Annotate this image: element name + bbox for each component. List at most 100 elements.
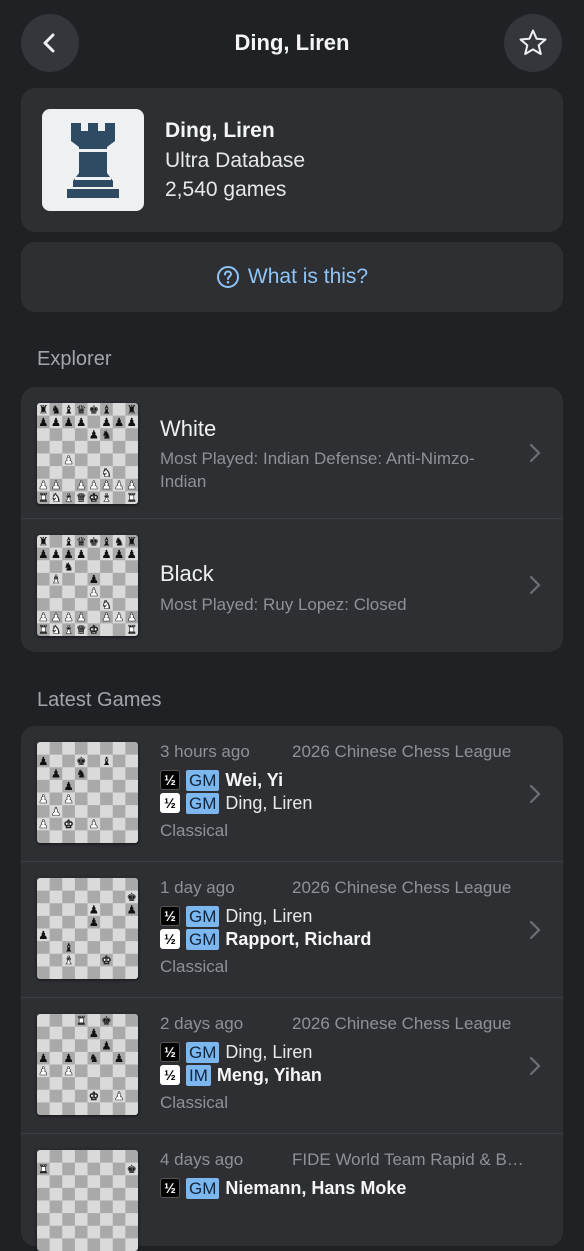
player-name: Ding, Liren bbox=[225, 792, 313, 813]
svg-text:♟: ♟ bbox=[51, 804, 61, 818]
result-badge: ½ bbox=[160, 1042, 180, 1062]
title-badge: GM bbox=[186, 905, 220, 927]
game-time: 1 day ago bbox=[160, 878, 235, 897]
svg-text:♟: ♟ bbox=[63, 1064, 73, 1078]
player-black: ½ GM Ding, Liren bbox=[160, 905, 312, 927]
latest-games-section-title: Latest Games bbox=[37, 689, 162, 711]
svg-text:♟: ♟ bbox=[63, 415, 73, 429]
svg-text:♟: ♟ bbox=[89, 585, 99, 599]
player-black: ½ GM Ding, Liren bbox=[160, 1041, 312, 1063]
svg-text:♟: ♟ bbox=[63, 792, 73, 806]
svg-text:♟: ♟ bbox=[89, 428, 99, 442]
title-badge: GM bbox=[186, 769, 220, 791]
svg-text:♟: ♟ bbox=[51, 415, 61, 429]
svg-text:♚: ♚ bbox=[101, 1014, 111, 1027]
explorer-item-white[interactable]: ♜ ♞ ♝ ♛ ♚ ♝ ♜ ♟ ♟ ♟ ♟ ♟ ♟ ♟ ♟ ♞ ♟ ♞ ♟ ♟ ♟ ♟ ♟ ♟ ♟ ♜ ♞ ♝ ♛ ♚ ♝ ♜ White M… bbox=[21, 387, 563, 519]
game-event: 2026 Chinese Chess League bbox=[292, 742, 512, 761]
player-name: Rapport, Richard bbox=[225, 928, 372, 949]
favorite-button[interactable] bbox=[504, 14, 562, 72]
game-time: 3 hours ago bbox=[160, 742, 250, 761]
title-badge: GM bbox=[186, 792, 220, 814]
game-event: 2026 Chinese Chess League bbox=[292, 1014, 512, 1033]
explorer-most-played: Most Played: Ruy Lopez: Closed bbox=[160, 595, 407, 614]
svg-text:♜: ♜ bbox=[38, 623, 48, 636]
svg-text:♟: ♟ bbox=[114, 478, 124, 492]
svg-text:♟: ♟ bbox=[51, 547, 61, 561]
player-name: Ding, Liren bbox=[165, 119, 275, 142]
profile-card: Ding, Liren Ultra Database 2,540 games bbox=[21, 88, 563, 232]
svg-text:♟: ♟ bbox=[89, 915, 99, 929]
svg-text:♟: ♟ bbox=[63, 453, 73, 467]
chevron-left-icon bbox=[43, 33, 55, 53]
svg-text:♞: ♞ bbox=[89, 1051, 99, 1065]
player-name: Wei, Yi bbox=[225, 769, 284, 790]
svg-text:♟: ♟ bbox=[114, 1051, 124, 1065]
explorer-color-label: White bbox=[160, 416, 217, 441]
svg-text:♝: ♝ bbox=[63, 953, 73, 967]
board-thumbnail: ♜ ♚ ♟ ♟ ♟ ♟ ♞ ♟ ♟ ♟ ♚ ♟ bbox=[37, 1014, 138, 1115]
what-is-this-button[interactable]: What is this? bbox=[21, 242, 563, 312]
chevron-right-icon bbox=[529, 443, 541, 463]
game-row[interactable]: ♚ ♟ ♟ ♟ ♟ ♝ ♝ ♚ 1 day ago 2026 Chinese Chess Le… bbox=[21, 862, 563, 998]
svg-text:♞: ♞ bbox=[63, 560, 73, 574]
title-badge: GM bbox=[186, 1041, 220, 1063]
page-title: Ding, Liren bbox=[234, 30, 350, 55]
board-thumbnail: ♜ ♞ ♝ ♛ ♚ ♝ ♜ ♟ ♟ ♟ ♟ ♟ ♟ ♟ ♟ ♞ ♟ ♞ ♟ ♟ ♟ ♟ ♟ ♟ ♟ ♜ ♞ ♝ ♛ ♚ ♝ ♜ bbox=[37, 403, 138, 504]
player-name: Ding, Liren bbox=[225, 905, 313, 926]
svg-text:♟: ♟ bbox=[89, 1026, 99, 1040]
star-outline-icon bbox=[519, 29, 547, 55]
result-badge: ½ bbox=[160, 1178, 180, 1198]
svg-text:♟: ♟ bbox=[76, 547, 86, 561]
game-event: FIDE World Team Rapid & Blitz bbox=[292, 1150, 524, 1169]
title-badge: GM bbox=[186, 1177, 220, 1199]
chevron-right-icon bbox=[529, 920, 541, 940]
game-row[interactable]: ♜ ♚ 4 days ago FIDE World Team Rapid & Bl… bbox=[21, 1134, 563, 1251]
game-row[interactable]: ♜ ♚ ♟ ♟ ♟ ♟ ♞ ♟ ♟ ♟ ♚ ♟ 2 days ago 2026 Chinese Che… bbox=[21, 998, 563, 1134]
explorer-list: ♜ ♞ ♝ ♛ ♚ ♝ ♜ ♟ ♟ ♟ ♟ ♟ ♟ ♟ ♟ ♞ ♟ ♞ ♟ ♟ ♟ ♟ ♟ ♟ ♟ ♜ ♞ ♝ ♛ ♚ ♝ ♜ White M… bbox=[21, 387, 563, 652]
svg-text:♟: ♟ bbox=[114, 415, 124, 429]
title-badge: IM bbox=[186, 1064, 211, 1086]
player-black: ½ GM Niemann, Hans Moke bbox=[160, 1177, 406, 1199]
svg-text:♞: ♞ bbox=[101, 428, 111, 442]
player-white: ½ GM Rapport, Richard bbox=[160, 928, 371, 950]
back-button[interactable] bbox=[21, 14, 79, 72]
svg-text:♟: ♟ bbox=[38, 1064, 48, 1078]
svg-text:♜: ♜ bbox=[38, 491, 48, 504]
what-is-this-label: What is this? bbox=[247, 265, 369, 288]
result-badge: ½ bbox=[160, 906, 180, 926]
svg-text:♞: ♞ bbox=[76, 767, 86, 781]
svg-text:♟: ♟ bbox=[38, 928, 48, 942]
svg-text:♝: ♝ bbox=[101, 491, 111, 504]
result-badge: ½ bbox=[160, 1065, 180, 1085]
player-white: ½ IM Meng, Yihan bbox=[160, 1064, 322, 1086]
explorer-most-played: Most Played: Indian Defense: Anti-Nimzo-… bbox=[160, 449, 475, 491]
svg-text:♚: ♚ bbox=[89, 1089, 99, 1103]
result-badge: ½ bbox=[160, 770, 180, 790]
svg-text:♟: ♟ bbox=[38, 415, 48, 429]
player-name: Meng, Yihan bbox=[216, 1064, 322, 1085]
svg-text:♚: ♚ bbox=[127, 1162, 137, 1176]
svg-text:♚: ♚ bbox=[63, 817, 73, 831]
time-control: Classical bbox=[160, 957, 229, 976]
player-white: ½ GM Ding, Liren bbox=[160, 792, 312, 814]
svg-text:♟: ♟ bbox=[38, 754, 48, 768]
explorer-item-black[interactable]: ♜ ♝ ♛ ♚ ♝ ♞ ♜ ♟ ♟ ♟ ♟ ♟ ♟ ♟ ♞ ♝ ♟ ♟ ♞ ♟ ♟ ♟ ♟ ♟ ♟ ♟ ♜ ♞ ♝ ♛ ♚ ♜ Black M… bbox=[21, 519, 563, 652]
svg-text:♛: ♛ bbox=[76, 491, 86, 504]
svg-text:♟: ♟ bbox=[101, 1039, 111, 1053]
svg-text:♟: ♟ bbox=[127, 415, 137, 429]
explorer-color-label: Black bbox=[160, 561, 214, 586]
svg-text:♞: ♞ bbox=[51, 623, 61, 636]
result-badge: ½ bbox=[160, 793, 180, 813]
svg-text:♟: ♟ bbox=[127, 547, 137, 561]
player-name: Niemann, Hans Moke bbox=[225, 1177, 407, 1198]
svg-text:♝: ♝ bbox=[101, 754, 111, 768]
svg-text:♜: ♜ bbox=[38, 1162, 48, 1176]
database-name: Ultra Database bbox=[165, 149, 306, 172]
svg-text:♚: ♚ bbox=[89, 403, 99, 416]
title-badge: GM bbox=[186, 928, 220, 950]
game-row[interactable]: ♟ ♚ ♝ ♟ ♞ ♟ ♟ ♟ ♟ ♟ ♚ ♟ 3 hours ago 2026 Chinese Ch… bbox=[21, 726, 563, 862]
board-thumbnail: ♜ ♚ bbox=[37, 1150, 138, 1251]
chevron-right-icon bbox=[529, 1056, 541, 1076]
svg-text:♟: ♟ bbox=[101, 610, 111, 624]
game-time: 4 days ago bbox=[160, 1150, 244, 1169]
